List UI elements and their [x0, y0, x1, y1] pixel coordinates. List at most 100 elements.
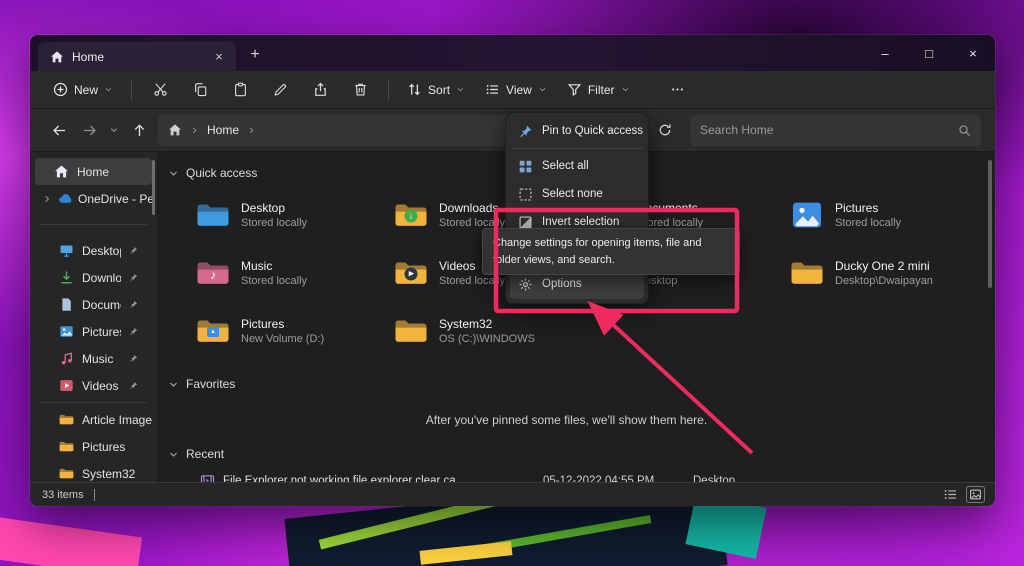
- breadcrumb[interactable]: Home: [207, 123, 239, 137]
- copy-button[interactable]: [181, 75, 219, 105]
- home-icon: [54, 164, 69, 179]
- pin-icon: [129, 354, 138, 363]
- recent-locations-button[interactable]: [104, 115, 124, 145]
- new-button-label: New: [74, 83, 98, 97]
- tile-name: Music: [241, 259, 307, 273]
- menu-item-select-all[interactable]: Select all: [510, 152, 644, 180]
- document-icon: [59, 297, 74, 312]
- tile-name: Desktop: [241, 201, 307, 215]
- section-favorites[interactable]: Favorites: [168, 373, 995, 395]
- tile-name: System32: [439, 317, 535, 331]
- menu-item-label: Pin to Quick access: [542, 125, 643, 137]
- section-recent[interactable]: Recent: [168, 443, 995, 465]
- search-box[interactable]: [690, 115, 981, 146]
- chevron-down-icon: [104, 85, 113, 94]
- sidebar-item-pictures-folder[interactable]: Pictures: [35, 433, 152, 460]
- tab-close-icon[interactable]: ×: [210, 48, 228, 66]
- sidebar-item-label: Article Images: [82, 413, 152, 427]
- chevron-down-icon[interactable]: [168, 449, 179, 460]
- view-button[interactable]: View: [476, 76, 556, 103]
- tab-home[interactable]: Home ×: [38, 42, 236, 71]
- image-badge-icon: [207, 327, 219, 337]
- paste-button[interactable]: [221, 75, 259, 105]
- close-button[interactable]: ×: [951, 35, 995, 71]
- sidebar-item-pictures[interactable]: Pictures: [35, 318, 152, 345]
- sidebar-item-article-images[interactable]: Article Images: [35, 406, 152, 433]
- menu-item-label: Options: [542, 278, 582, 290]
- wallpaper-shape: [0, 515, 142, 566]
- content-scrollbar[interactable]: [988, 160, 992, 288]
- share-button[interactable]: [301, 75, 339, 105]
- chevron-down-icon[interactable]: [168, 379, 179, 390]
- tile-subtitle: Stored locally: [241, 275, 307, 287]
- filter-button[interactable]: Filter: [558, 76, 639, 103]
- tile-system32[interactable]: System32 OS (C:)\WINDOWS: [394, 306, 592, 355]
- section-label: Favorites: [186, 377, 235, 391]
- sidebar-item-desktop[interactable]: Desktop: [35, 237, 152, 264]
- up-button[interactable]: [124, 115, 154, 145]
- tile-subtitle: Stored locally: [835, 217, 901, 229]
- chevron-right-icon: [247, 126, 256, 135]
- chevron-down-icon[interactable]: [168, 168, 179, 179]
- favorites-empty-message: After you've pinned some files, we'll sh…: [168, 413, 995, 427]
- view-button-label: View: [506, 83, 532, 97]
- sort-button[interactable]: Sort: [398, 76, 474, 103]
- sidebar-item-system32[interactable]: System32: [35, 460, 152, 482]
- section-label: Recent: [186, 447, 224, 461]
- chevron-right-icon[interactable]: [42, 194, 52, 204]
- tile-pictures[interactable]: Pictures Stored locally: [790, 190, 988, 239]
- sidebar-scrollbar[interactable]: [152, 160, 155, 215]
- sort-icon: [407, 82, 422, 97]
- folder-icon: [59, 439, 74, 454]
- refresh-button[interactable]: [650, 115, 680, 145]
- refresh-icon: [658, 123, 672, 137]
- sidebar-item-documents[interactable]: Documents: [35, 291, 152, 318]
- sidebar-item-label: Home: [77, 165, 152, 179]
- tile-subtitle: Desktop\Dwaipayan: [835, 275, 933, 287]
- music-note-icon: [59, 351, 74, 366]
- tile-ducky-one-2-mini[interactable]: Ducky One 2 mini Desktop\Dwaipayan: [790, 248, 988, 297]
- downloads-folder-icon: [394, 201, 428, 229]
- toolbar-divider: [388, 80, 389, 100]
- picture-icon: [59, 324, 74, 339]
- forward-button[interactable]: [74, 115, 104, 145]
- plus-circle-icon: [53, 82, 68, 97]
- sidebar-item-home[interactable]: Home: [35, 158, 152, 185]
- thumbnail-view-toggle[interactable]: [966, 486, 985, 503]
- delete-button[interactable]: [341, 75, 379, 105]
- folder-icon: [394, 317, 428, 345]
- tile-name: Downloads: [439, 201, 505, 215]
- items-count: 33 items: [42, 489, 84, 501]
- back-button[interactable]: [44, 115, 74, 145]
- maximize-button[interactable]: □: [907, 35, 951, 71]
- sidebar-item-downloads[interactable]: Downloads: [35, 264, 152, 291]
- music-folder-icon: [196, 259, 230, 287]
- monitor-icon: [59, 243, 74, 258]
- sidebar-item-label: Downloads: [82, 271, 121, 285]
- menu-item-select-none[interactable]: Select none: [510, 180, 644, 208]
- toolbar-divider: [131, 80, 132, 100]
- pin-icon: [129, 273, 138, 282]
- more-options-button[interactable]: [659, 75, 697, 105]
- cut-button[interactable]: [141, 75, 179, 105]
- tile-desktop[interactable]: Desktop Stored locally: [196, 190, 394, 239]
- tile-name: Pictures: [241, 317, 324, 331]
- menu-item-pin-to-quick-access[interactable]: Pin to Quick access: [510, 117, 644, 145]
- sidebar-item-label: Music: [82, 352, 121, 366]
- sidebar-item-videos[interactable]: Videos: [35, 372, 152, 399]
- sidebar-item-label: Desktop: [82, 244, 121, 258]
- sidebar-item-onedrive[interactable]: OneDrive - Perso: [35, 185, 152, 212]
- folder-icon: [790, 259, 824, 287]
- chevron-down-icon: [538, 85, 547, 94]
- sidebar-item-music[interactable]: Music: [35, 345, 152, 372]
- tile-music[interactable]: Music Stored locally: [196, 248, 394, 297]
- tile-pictures-d[interactable]: Pictures New Volume (D:): [196, 306, 394, 355]
- search-input[interactable]: [700, 123, 952, 137]
- minimize-button[interactable]: –: [863, 35, 907, 71]
- rename-button[interactable]: [261, 75, 299, 105]
- new-button[interactable]: New: [44, 76, 122, 103]
- cut-icon: [153, 82, 168, 97]
- menu-item-label: Invert selection: [542, 216, 619, 228]
- details-view-icon[interactable]: [943, 487, 958, 502]
- new-tab-button[interactable]: +: [242, 42, 268, 68]
